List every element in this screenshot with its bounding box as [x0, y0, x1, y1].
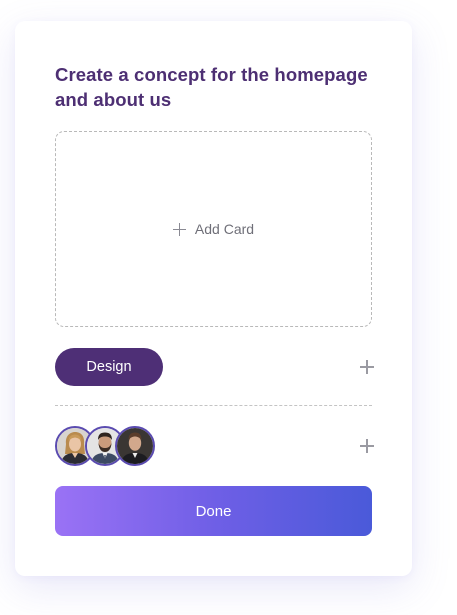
add-card-dropzone[interactable]: Add Card — [55, 131, 372, 327]
task-title: Create a concept for the homepage and ab… — [55, 64, 368, 110]
member-avatars — [55, 426, 165, 466]
add-card-label: Add Card — [194, 221, 255, 237]
man-portrait-icon — [117, 428, 153, 464]
add-tag-plus-icon[interactable] — [360, 360, 374, 374]
plus-icon — [172, 222, 186, 236]
done-button[interactable]: Done — [55, 486, 372, 536]
avatar-member-3[interactable] — [115, 426, 155, 466]
tag-label: Design — [86, 359, 132, 375]
tag-design[interactable]: Design — [55, 348, 163, 386]
task-card: Create a concept for the homepage and ab… — [15, 21, 412, 576]
add-card-button[interactable]: Add Card — [172, 221, 255, 237]
section-divider — [55, 405, 372, 406]
add-member-plus-icon[interactable] — [360, 439, 374, 453]
